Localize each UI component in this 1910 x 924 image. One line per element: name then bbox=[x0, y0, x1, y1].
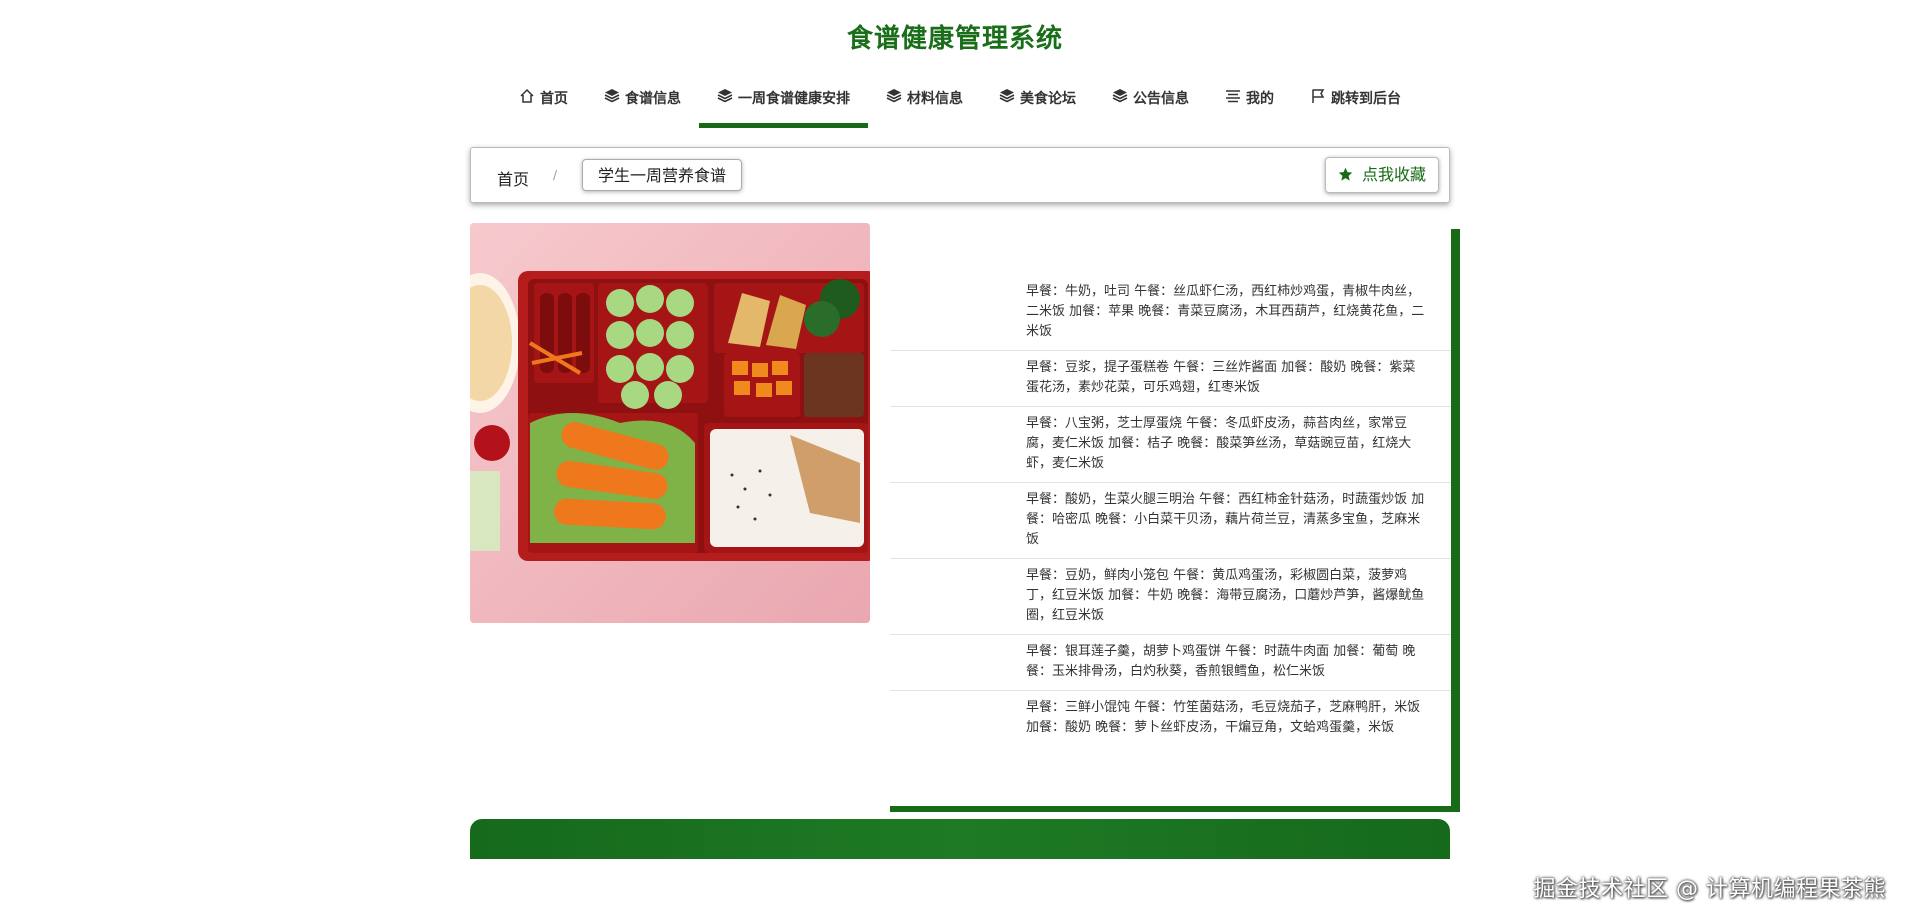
menu-day-item: 早餐：酸奶，生菜火腿三明治 午餐：西红柿金针菇汤，时蔬蛋炒饭 加餐：哈密瓜 晚餐… bbox=[890, 483, 1451, 559]
recipe-image bbox=[470, 223, 870, 623]
cube-icon bbox=[886, 89, 902, 103]
nav-item-mine[interactable]: 我的 bbox=[1207, 80, 1292, 126]
nav-item-label: 首页 bbox=[540, 91, 568, 107]
menu-day-item: 早餐：八宝粥，芝士厚蛋烧 午餐：冬瓜虾皮汤，蒜苔肉丝，家常豆腐，麦仁米饭 加餐：… bbox=[890, 407, 1451, 483]
nav-item-home[interactable]: 首页 bbox=[501, 80, 586, 126]
site-title: 食谱健康管理系统 bbox=[846, 24, 1063, 54]
star-icon bbox=[1338, 167, 1353, 181]
nav-item-label: 材料信息 bbox=[907, 91, 963, 107]
home-icon bbox=[520, 88, 534, 103]
weekly-menu-list: 早餐：牛奶，吐司 午餐：丝瓜虾仁汤，西红柿炒鸡蛋，青椒牛肉丝，二米饭 加餐：苹果… bbox=[890, 275, 1451, 746]
footer-bar bbox=[470, 819, 1450, 859]
menu-day-item: 早餐：银耳莲子羹，胡萝卜鸡蛋饼 午餐：时蔬牛肉面 加餐：葡萄 晚餐：玉米排骨汤，… bbox=[890, 635, 1451, 691]
list-icon bbox=[1226, 90, 1240, 103]
flag-icon bbox=[1312, 89, 1325, 103]
breadcrumb-current: 学生一周营养食谱 bbox=[582, 159, 743, 191]
nav-item-label: 我的 bbox=[1246, 91, 1274, 107]
nav-item-label: 跳转到后台 bbox=[1331, 91, 1401, 107]
menu-day-item: 早餐：三鲜小馄饨 午餐：竹笙菌菇汤，毛豆烧茄子，芝麻鸭肝，米饭 加餐：酸奶 晚餐… bbox=[1026, 700, 1421, 735]
breadcrumb: 首页 / 学生一周营养食谱 点我收藏 bbox=[470, 147, 1450, 203]
nav-item-recipes[interactable]: 食谱信息 bbox=[586, 80, 699, 126]
nav-item-label: 食谱信息 bbox=[625, 91, 681, 107]
breadcrumb-separator: / bbox=[553, 168, 558, 182]
nav-item-weekly-plan[interactable]: 一周食谱健康安排 bbox=[699, 80, 868, 128]
breadcrumb-home-link[interactable]: 首页 bbox=[497, 166, 529, 190]
menu-day-item: 早餐：豆奶，鲜肉小笼包 午餐：黄瓜鸡蛋汤，彩椒圆白菜，菠萝鸡丁，红豆米饭 加餐：… bbox=[890, 559, 1451, 635]
nav-item-forum[interactable]: 美食论坛 bbox=[981, 80, 1094, 126]
nav-item-admin[interactable]: 跳转到后台 bbox=[1292, 80, 1419, 126]
menu-day-item: 早餐：牛奶，吐司 午餐：丝瓜虾仁汤，西红柿炒鸡蛋，青椒牛肉丝，二米饭 加餐：苹果… bbox=[890, 275, 1451, 351]
menu-day-item: 早餐：豆浆，提子蛋糕卷 午餐：三丝炸酱面 加餐：酸奶 晚餐：紫菜蛋花汤，素炒花菜… bbox=[890, 351, 1451, 407]
main-nav: 首页 食谱信息 一周食谱健康安排 材料信息 美食论坛 公告信息 我的 跳转到后台 bbox=[500, 80, 1420, 128]
nav-item-label: 美食论坛 bbox=[1020, 91, 1076, 107]
watermark: 掘金技术社区 @ 计算机编程果茶熊 bbox=[1533, 877, 1886, 902]
nav-item-label: 一周食谱健康安排 bbox=[738, 91, 850, 107]
favorite-button[interactable]: 点我收藏 bbox=[1324, 157, 1439, 193]
cube-icon bbox=[1112, 89, 1128, 103]
nav-item-label: 公告信息 bbox=[1133, 91, 1189, 107]
cube-icon bbox=[604, 89, 620, 103]
favorite-label: 点我收藏 bbox=[1361, 165, 1426, 184]
bento-illustration bbox=[470, 223, 870, 623]
nav-item-notices[interactable]: 公告信息 bbox=[1094, 80, 1207, 126]
weekly-menu-panel: 早餐：牛奶，吐司 午餐：丝瓜虾仁汤，西红柿炒鸡蛋，青椒牛肉丝，二米饭 加餐：苹果… bbox=[890, 229, 1460, 812]
cube-icon bbox=[717, 89, 733, 103]
nav-item-materials[interactable]: 材料信息 bbox=[868, 80, 981, 126]
cube-icon bbox=[999, 89, 1015, 103]
